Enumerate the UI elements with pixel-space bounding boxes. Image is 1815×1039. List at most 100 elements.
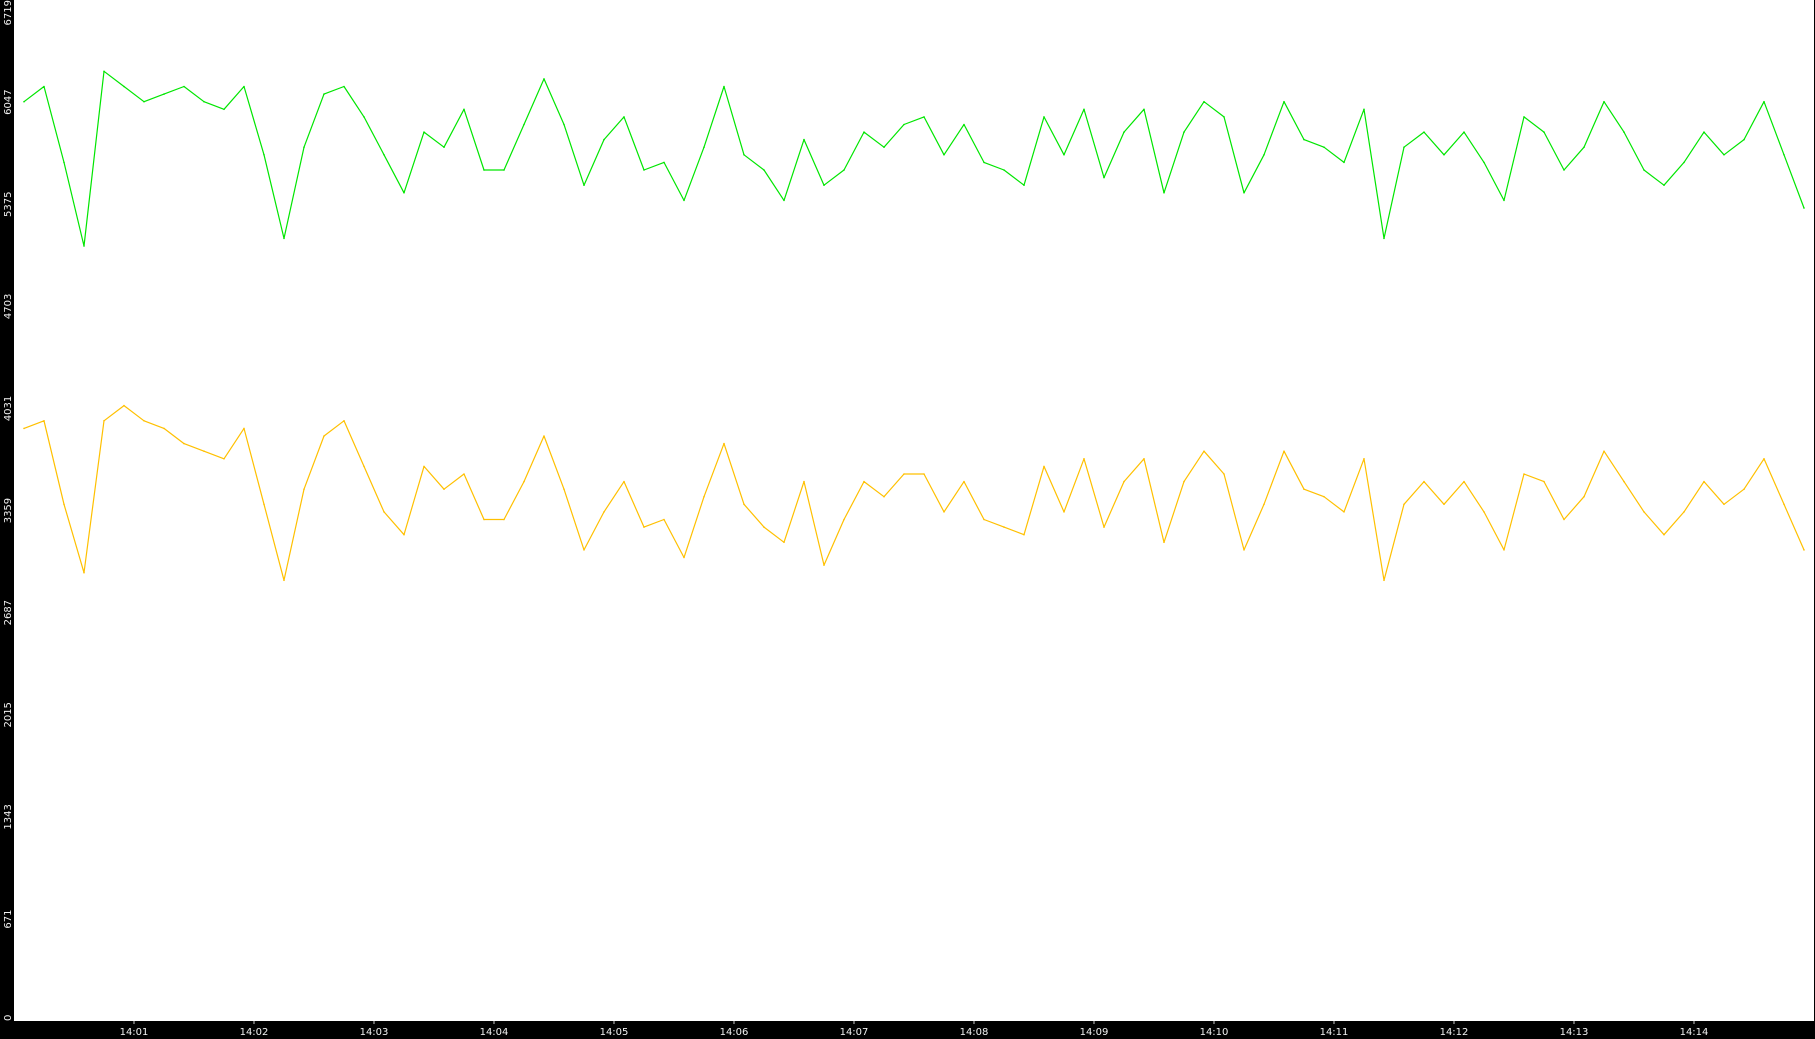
series-2-point: [1183, 480, 1185, 483]
series-1-point: [1803, 207, 1805, 209]
series-1-point: [1543, 131, 1545, 133]
series-1-point: [123, 85, 125, 88]
series-2-point: [723, 442, 725, 445]
chart-container: 0 671 1343 2015 2687 3359 4031 4703 5375 6047 6719…: [0, 0, 1815, 1039]
series-1-point: [1263, 154, 1265, 156]
series-1-point: [1323, 146, 1325, 148]
series-1-point: [883, 146, 885, 148]
series-2-point: [83, 571, 85, 574]
series-1-point: [743, 154, 745, 156]
series-2-point: [1223, 473, 1225, 475]
series-1-point: [703, 146, 705, 148]
series-1-point: [1143, 108, 1145, 111]
series-1-point: [143, 100, 145, 103]
y-tick-label: 6047: [3, 89, 14, 114]
series-1-point: [43, 85, 45, 88]
series-2-point: [1143, 458, 1145, 460]
series-2-point: [323, 435, 325, 437]
series-2-point: [263, 503, 265, 506]
series-2-point: [403, 533, 405, 536]
series-2-point: [883, 495, 885, 498]
series-2-point: [583, 549, 585, 551]
series-2-point: [1723, 503, 1725, 506]
x-tick-label: 14:13: [1560, 1027, 1589, 1038]
series-2-point: [1203, 450, 1205, 453]
y-tick-label: 2687: [3, 600, 14, 625]
series-2-point: [223, 458, 225, 460]
series-2-point: [763, 526, 765, 528]
series-1-point: [163, 93, 165, 95]
series-2-point: [1043, 465, 1045, 468]
x-tick-label: 14:03: [360, 1027, 389, 1038]
x-tick-label: 14:05: [600, 1027, 629, 1038]
series-1-point: [863, 131, 865, 133]
series-1-point: [1403, 146, 1405, 148]
series-2-point: [1603, 450, 1605, 453]
series-2-point: [203, 450, 205, 453]
series-1-point: [63, 161, 65, 164]
y-tick-label: 3359: [3, 498, 14, 523]
series-1-point: [1583, 146, 1585, 148]
series-1-point: [643, 169, 645, 171]
series-2-point: [1703, 480, 1705, 483]
series-1-point: [923, 116, 925, 118]
series-2-point: [743, 503, 745, 506]
series-2-point: [663, 518, 665, 521]
series-2-point: [1623, 480, 1625, 483]
series-1-point: [203, 100, 205, 103]
series-2-point: [703, 495, 705, 498]
series-2-point: [1683, 511, 1685, 513]
series-2-point: [963, 480, 965, 483]
series-1-point: [1363, 108, 1365, 111]
series-2-point: [1283, 450, 1285, 453]
series-1-point: [403, 192, 405, 194]
series-1-point: [1663, 184, 1665, 186]
series-2-point: [1483, 511, 1485, 513]
series-2-point: [1543, 480, 1545, 483]
series-1-point: [1083, 108, 1085, 111]
series-1-point: [1283, 100, 1285, 103]
series-1-point: [843, 169, 845, 171]
series-2-point: [1083, 458, 1085, 460]
series-1-point: [1603, 100, 1605, 103]
series-2-point: [243, 427, 245, 430]
series-2-point: [1023, 533, 1025, 536]
series-2-point: [1523, 473, 1525, 475]
series-2-point: [1463, 480, 1465, 483]
series-1-point: [1683, 161, 1685, 164]
series-2-point: [303, 488, 305, 491]
y-tick-label: 6719: [3, 0, 14, 25]
series-2-point: [383, 511, 385, 513]
series-1-point: [1563, 169, 1565, 171]
x-tick-label: 14:02: [240, 1027, 269, 1038]
plot-area: [14, 0, 1814, 1021]
series-1-point: [1123, 131, 1125, 133]
series-1-point: [1483, 161, 1485, 164]
series-1-point: [963, 123, 965, 126]
series-1-point: [103, 70, 105, 73]
series-1-point: [543, 78, 545, 80]
series-2-point: [1003, 526, 1005, 528]
series-1-point: [683, 199, 685, 202]
series-1-point: [263, 154, 265, 156]
y-tick-label: 0: [3, 1015, 14, 1021]
series-2-point: [1563, 518, 1565, 521]
series-2-point: [363, 465, 365, 468]
x-tick-label: 14:04: [480, 1027, 509, 1038]
series-2-point: [1123, 480, 1125, 483]
series-1-point: [1003, 169, 1005, 171]
series-1-point: [343, 85, 345, 88]
series-1-point: [483, 169, 485, 171]
series-2-point: [23, 427, 25, 430]
series-2-point: [343, 420, 345, 422]
series-1-point: [1303, 138, 1305, 141]
series-1-point: [1503, 199, 1505, 202]
series-2-point: [503, 518, 505, 521]
series-1-point: [463, 108, 465, 111]
y-tick-label: 4031: [3, 396, 14, 421]
y-tick-label: 4703: [3, 294, 14, 319]
x-tick-label: 14:08: [960, 1027, 989, 1038]
series-2-point: [903, 473, 905, 475]
series-2-point: [983, 518, 985, 521]
series-1-point: [563, 123, 565, 126]
